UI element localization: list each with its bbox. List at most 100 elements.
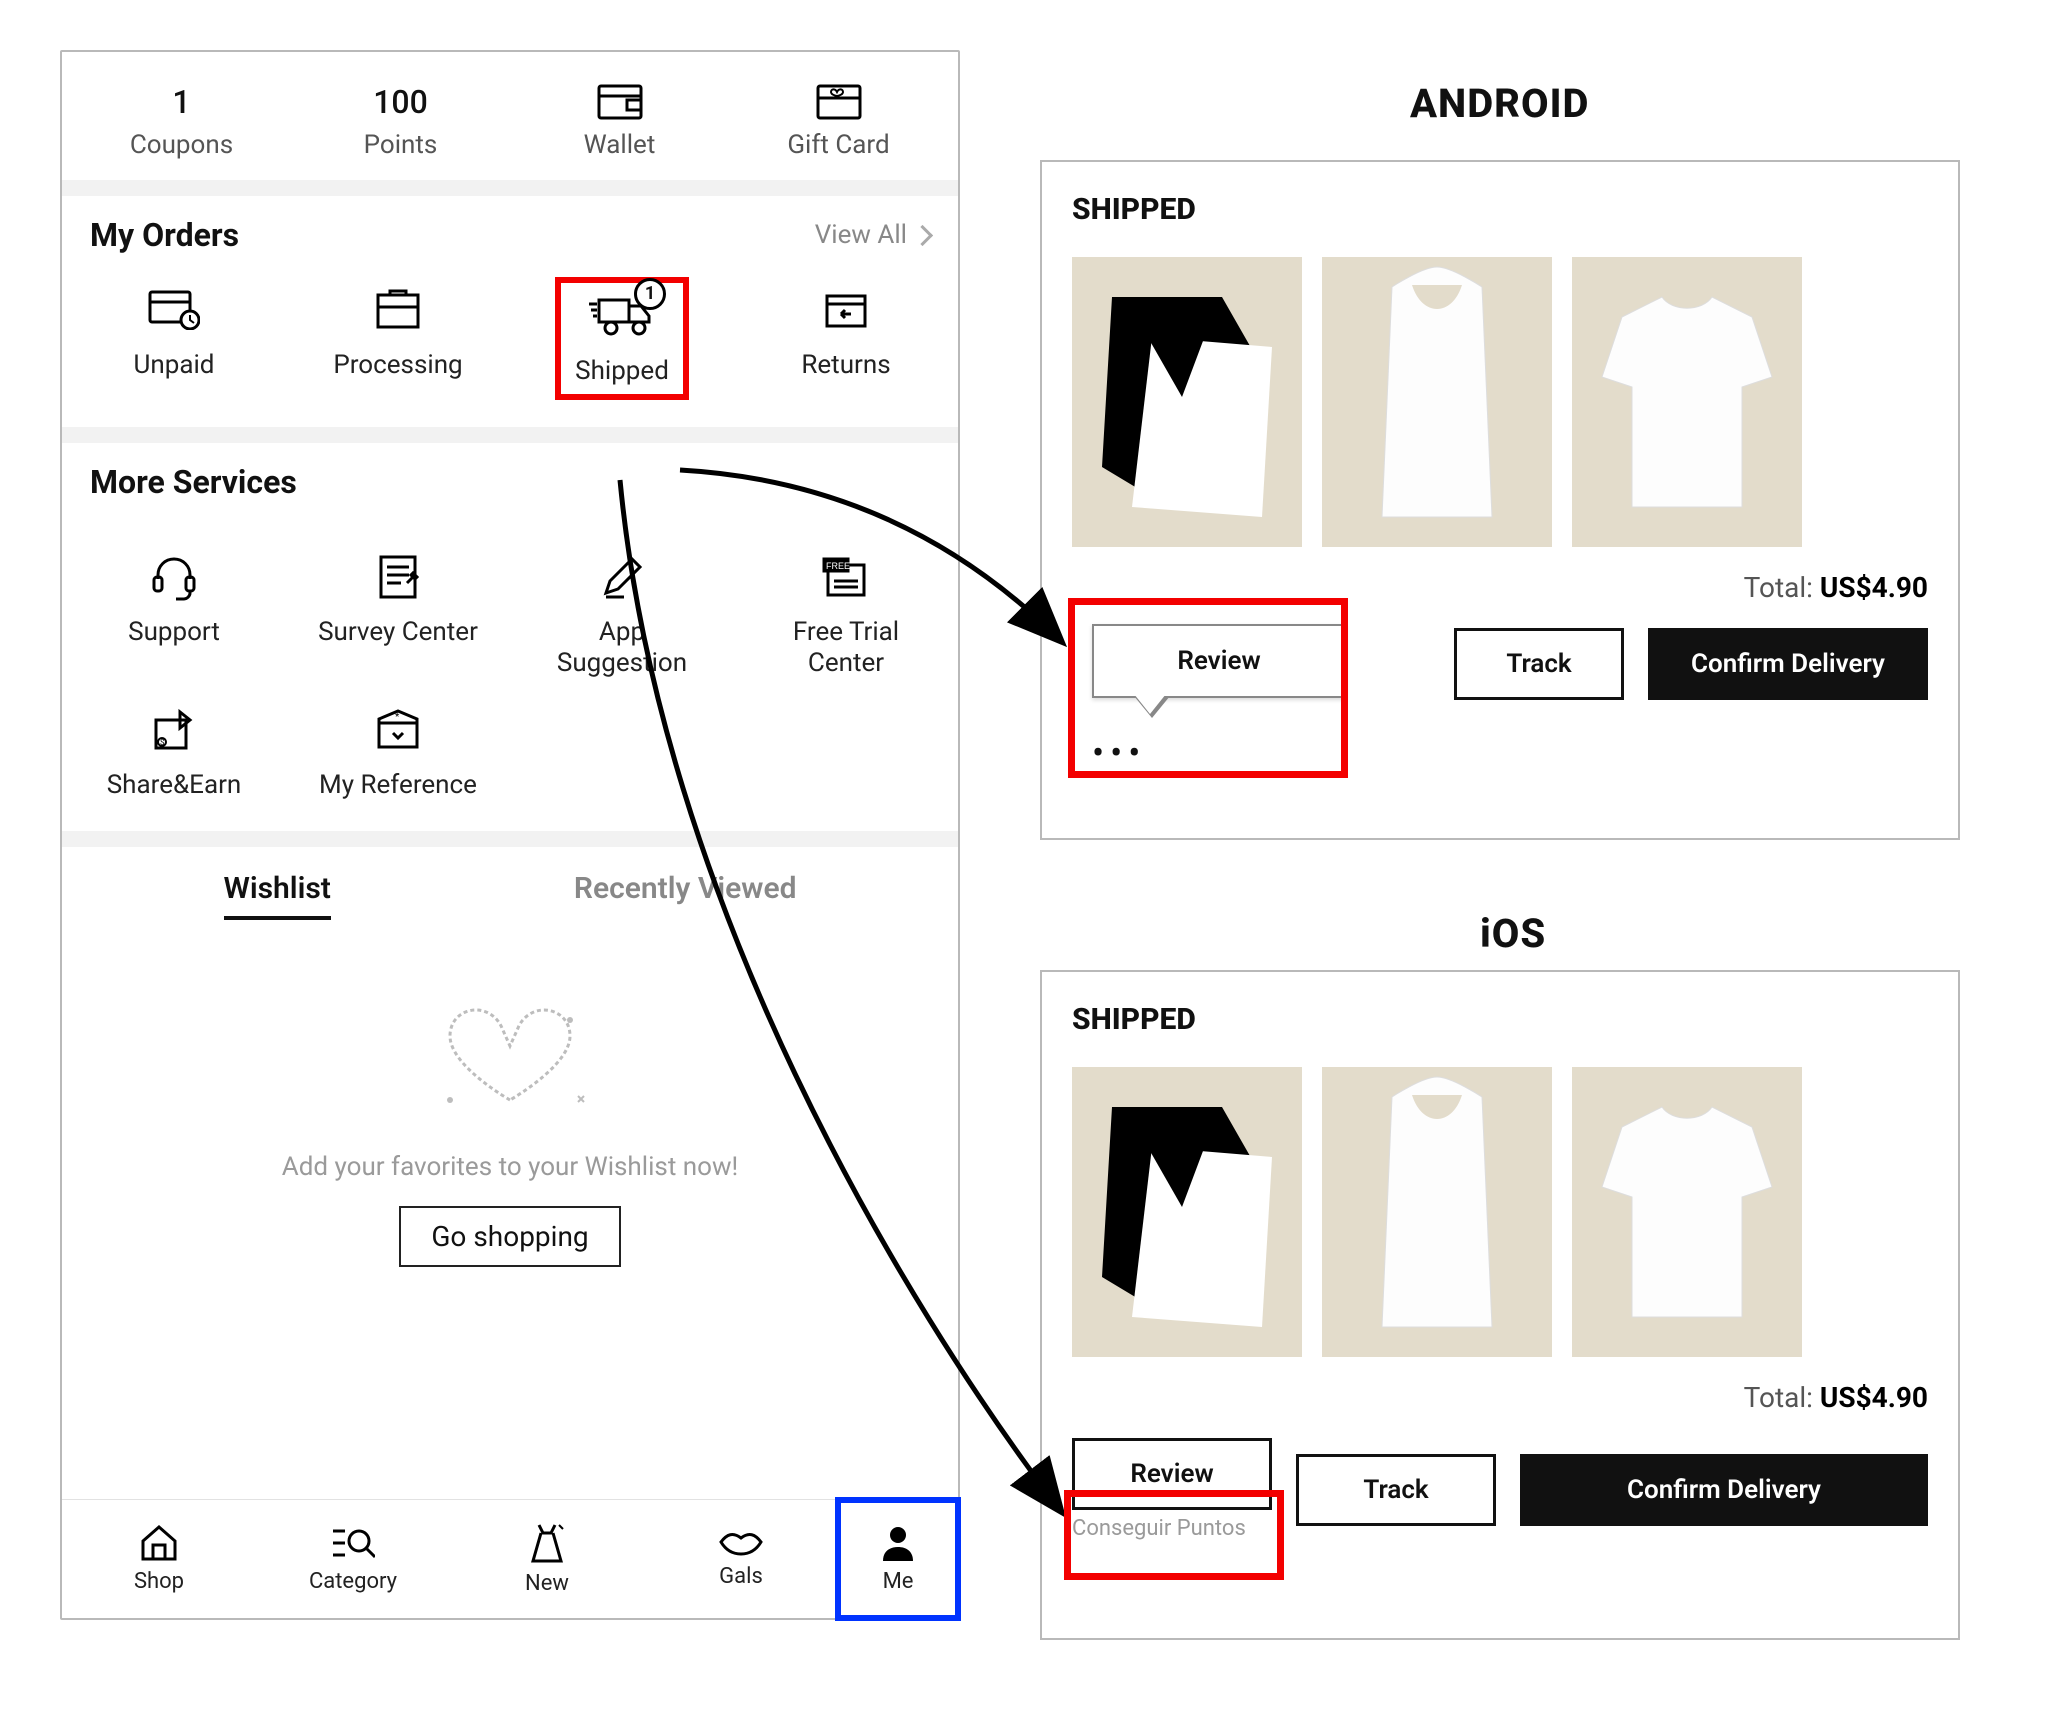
service-my-reference[interactable]: * My Reference: [286, 700, 510, 801]
nav-shop[interactable]: Shop: [62, 1500, 256, 1618]
nav-me[interactable]: Me: [838, 1500, 958, 1618]
android-total-value: US$4.90: [1820, 571, 1928, 604]
my-orders-header: My Orders View All: [62, 196, 958, 262]
ios-status: SHIPPED: [1072, 1002, 1928, 1037]
ios-title: iOS: [1480, 910, 1546, 957]
stat-points[interactable]: 100 Points: [291, 82, 510, 160]
divider: [62, 427, 958, 443]
wishlist-empty-caption: Add your favorites to your Wishlist now!: [282, 1152, 738, 1182]
go-shopping-button[interactable]: Go shopping: [399, 1206, 620, 1267]
order-unpaid[interactable]: Unpaid: [62, 280, 286, 397]
service-my-reference-label: My Reference: [294, 770, 502, 801]
nav-new[interactable]: New: [450, 1500, 644, 1618]
shipped-badge: 1: [634, 278, 666, 310]
product-thumb-2[interactable]: [1322, 1067, 1552, 1357]
service-app-suggestion-label: App Suggestion: [518, 617, 726, 679]
service-free-trial-label: Free Trial Center: [742, 617, 950, 679]
service-share-earn[interactable]: $ Share&Earn: [62, 700, 286, 801]
stat-coupons[interactable]: 1 Coupons: [72, 82, 291, 160]
ios-total: Total: US$4.90: [1072, 1381, 1928, 1414]
android-thumbs: [1072, 257, 1928, 547]
ios-confirm-delivery-button[interactable]: Confirm Delivery: [1520, 1454, 1928, 1526]
phone-me-screen: 1 Coupons 100 Points Wallet: [60, 50, 960, 1620]
ios-thumbs: [1072, 1067, 1928, 1357]
ios-track-button[interactable]: Track: [1296, 1454, 1496, 1526]
orders-row: Unpaid Processing: [62, 262, 958, 427]
order-processing[interactable]: Processing: [286, 280, 510, 397]
svg-text:FREE: FREE: [826, 561, 850, 571]
order-returns[interactable]: Returns: [734, 280, 958, 397]
view-all-link[interactable]: View All: [815, 220, 930, 250]
wishlist-empty-state: Add your favorites to your Wishlist now!…: [62, 920, 958, 1499]
ios-actions: Review Conseguir Puntos Track Confirm De…: [1072, 1438, 1928, 1541]
view-all-label: View All: [815, 220, 907, 250]
stat-giftcard[interactable]: Gift Card: [729, 82, 948, 160]
order-processing-label: Processing: [294, 350, 502, 381]
android-review-button[interactable]: Review: [1092, 624, 1346, 698]
android-more-dots[interactable]: •••: [1092, 732, 1322, 774]
stat-wallet[interactable]: Wallet: [510, 82, 729, 160]
dress-icon: [529, 1523, 565, 1567]
service-survey-label: Survey Center: [294, 617, 502, 648]
divider: [62, 831, 958, 847]
more-services-title: More Services: [90, 463, 297, 501]
home-icon: [139, 1525, 179, 1565]
stat-coupons-label: Coupons: [72, 130, 291, 160]
ios-review-subtext: Conseguir Puntos: [1072, 1516, 1272, 1541]
android-review-popup: Review •••: [1082, 602, 1332, 784]
ios-order-card: SHIPPED: [1040, 970, 1960, 1640]
order-returns-label: Returns: [742, 350, 950, 381]
unpaid-icon: [70, 280, 278, 340]
product-thumb-1[interactable]: [1072, 1067, 1302, 1357]
my-orders-title: My Orders: [90, 216, 239, 254]
tab-wishlist[interactable]: Wishlist: [224, 871, 331, 920]
nav-shop-label: Shop: [134, 1569, 184, 1594]
svg-text:*: *: [395, 712, 400, 723]
android-confirm-delivery-button[interactable]: Confirm Delivery: [1648, 628, 1928, 700]
ios-review-button[interactable]: Review: [1072, 1438, 1272, 1510]
service-support-label: Support: [70, 617, 278, 648]
svg-text:$: $: [160, 738, 165, 747]
nav-category-label: Category: [309, 1569, 397, 1594]
service-app-suggestion[interactable]: App Suggestion: [510, 547, 734, 679]
stat-wallet-label: Wallet: [510, 130, 729, 160]
stats-row: 1 Coupons 100 Points Wallet: [62, 52, 958, 180]
product-thumb-2[interactable]: [1322, 257, 1552, 547]
headset-icon: [70, 547, 278, 607]
order-shipped[interactable]: 1 Shipped: [510, 280, 734, 397]
lips-icon: [719, 1530, 763, 1560]
service-free-trial[interactable]: FREE Free Trial Center: [734, 547, 958, 679]
product-thumb-3[interactable]: [1572, 1067, 1802, 1357]
returns-icon: [742, 280, 950, 340]
divider: [62, 180, 958, 196]
order-shipped-label: Shipped: [562, 356, 682, 387]
stat-giftcard-label: Gift Card: [729, 130, 948, 160]
android-total-label: Total:: [1744, 571, 1813, 604]
nav-gals[interactable]: Gals: [644, 1500, 838, 1618]
service-share-earn-label: Share&Earn: [70, 770, 278, 801]
processing-icon: [294, 280, 502, 340]
heart-outline-icon: [430, 1000, 590, 1124]
nav-new-label: New: [525, 1571, 569, 1596]
share-earn-icon: $: [70, 700, 278, 760]
nav-gals-label: Gals: [719, 1564, 763, 1589]
more-services-header: More Services: [62, 443, 958, 509]
tab-recently-viewed[interactable]: Recently Viewed: [574, 871, 797, 920]
wishlist-tabs: Wishlist Recently Viewed: [62, 847, 958, 920]
giftcard-icon: [729, 82, 948, 122]
person-icon: [881, 1525, 915, 1565]
nav-category[interactable]: Category: [256, 1500, 450, 1618]
service-survey-center[interactable]: Survey Center: [286, 547, 510, 679]
wallet-icon: [510, 82, 729, 122]
product-thumb-1[interactable]: [1072, 257, 1302, 547]
shipped-icon: 1: [562, 286, 682, 346]
nav-me-label: Me: [883, 1569, 914, 1594]
android-track-button[interactable]: Track: [1454, 628, 1624, 700]
ios-total-value: US$4.90: [1820, 1381, 1928, 1414]
free-trial-icon: FREE: [742, 547, 950, 607]
category-icon: [331, 1525, 375, 1565]
stat-coupons-value: 1: [72, 82, 291, 122]
service-support[interactable]: Support: [62, 547, 286, 679]
product-thumb-3[interactable]: [1572, 257, 1802, 547]
android-status: SHIPPED: [1072, 192, 1928, 227]
